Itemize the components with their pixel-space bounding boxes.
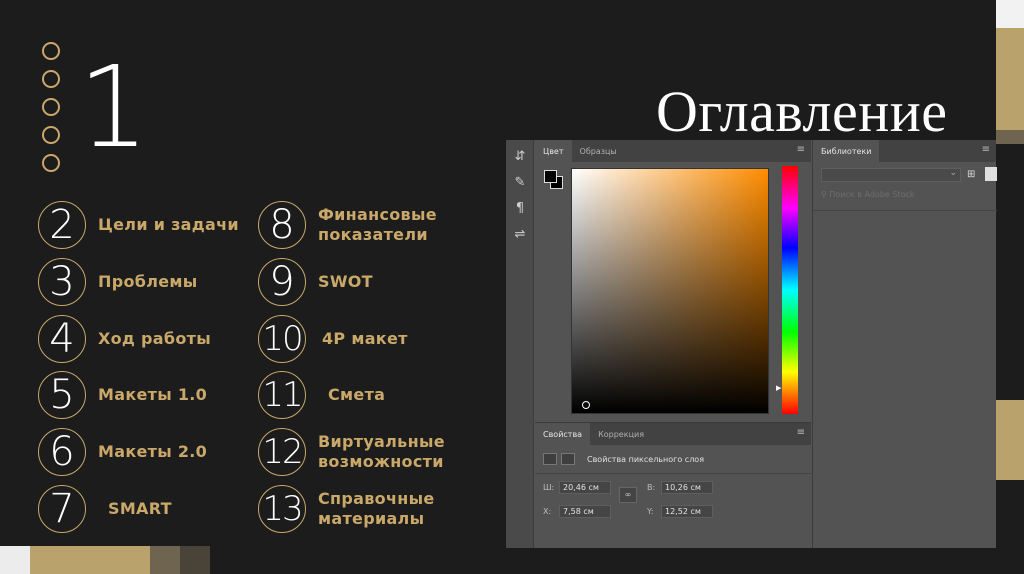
mask-icon[interactable] <box>561 453 575 465</box>
dot <box>42 42 60 60</box>
toc-item-4[interactable]: 4 Ход работы <box>38 315 211 363</box>
toc-item-7[interactable]: 7 SMART <box>38 485 172 533</box>
dot <box>42 98 60 116</box>
toc-label: Смета <box>328 385 386 404</box>
properties-title: Свойства пиксельного слоя <box>587 454 705 464</box>
toc-label: Макеты 1.0 <box>98 385 208 404</box>
libraries-panel-tabs: Библиотеки ≡ <box>813 140 996 162</box>
list-view-icon[interactable] <box>985 167 997 181</box>
gold-bar-right-top <box>996 28 1024 130</box>
color-panel-tabs: Цвет Образцы ≡ <box>535 140 811 162</box>
toc-number: 2 <box>38 201 86 249</box>
toc-number: 7 <box>38 485 86 533</box>
panel-menu-icon[interactable]: ≡ <box>797 145 805 155</box>
toc-number: 5 <box>38 371 86 419</box>
corner-decoration <box>996 0 1024 28</box>
tab-libraries[interactable]: Библиотеки <box>813 140 880 162</box>
sliders-icon[interactable]: ⇌ <box>510 226 530 244</box>
toc-label: Виртуальные возможности <box>318 432 445 471</box>
foreground-color-swatch[interactable] <box>544 170 557 183</box>
tab-color[interactable]: Цвет <box>535 140 572 162</box>
toc-number: 12 <box>258 428 306 476</box>
x-label: X: <box>543 507 552 516</box>
dot <box>42 154 60 172</box>
toc-label: Проблемы <box>98 272 198 291</box>
chevron-down-icon: ⌄ <box>949 168 957 178</box>
tab-swatches[interactable]: Образцы <box>572 140 625 162</box>
dot <box>42 70 60 88</box>
toc-item-8[interactable]: 8 Финансовые показатели <box>258 201 437 249</box>
image-icon <box>543 453 557 465</box>
toc-number: 10 <box>258 315 306 363</box>
gold-bar-bottom-2 <box>150 546 180 574</box>
width-field[interactable]: 20,46 см <box>559 481 611 494</box>
link-icon[interactable]: ∞ <box>619 487 637 503</box>
stock-search-input[interactable]: ⚲ Поиск в Adobe Stock <box>821 190 997 204</box>
toc-number: 8 <box>258 201 306 249</box>
y-label: Y: <box>647 507 654 516</box>
hue-slider-arrow-icon[interactable]: ▶ <box>776 384 781 392</box>
color-spectrum[interactable] <box>571 168 769 414</box>
y-field[interactable]: 12,52 см <box>661 505 713 518</box>
toc-number: 9 <box>258 258 306 306</box>
photoshop-screenshot: ⇵ ✎ ¶ ⇌ Цвет Образцы ≡ ▶ Библиотеки ≡ ⌄ … <box>506 140 997 548</box>
toc-label: Макеты 2.0 <box>98 442 208 461</box>
library-select[interactable]: ⌄ <box>821 168 961 182</box>
adjust-icon[interactable]: ⇵ <box>510 148 530 166</box>
toc-label: Справочные материалы <box>318 489 435 528</box>
slide: 1 Оглавление 2 Цели и задачи 3 Проблемы … <box>0 0 1024 574</box>
height-label: В: <box>647 483 656 492</box>
toc-item-11[interactable]: 11 Смета <box>258 371 385 419</box>
toc-item-9[interactable]: 9 SWOT <box>258 258 373 306</box>
toc-label: 4P макет <box>322 329 408 348</box>
tab-properties[interactable]: Свойства <box>535 423 591 445</box>
paragraph-icon[interactable]: ¶ <box>510 200 530 218</box>
toc-number: 4 <box>38 315 86 363</box>
toc-number: 11 <box>258 371 306 419</box>
tab-adjustments[interactable]: Коррекция <box>590 423 652 445</box>
toc-label: SMART <box>108 499 172 518</box>
gold-bar-right-mid <box>996 130 1024 144</box>
toc-number: 3 <box>38 258 86 306</box>
toc-label: Финансовые показатели <box>318 205 437 244</box>
toc-number: 13 <box>258 485 306 533</box>
gold-bar-bottom-3 <box>180 546 210 574</box>
width-label: Ш: <box>543 483 555 492</box>
toc-item-10[interactable]: 10 4P макет <box>258 315 408 363</box>
panel-menu-icon[interactable]: ≡ <box>797 428 805 438</box>
toc-item-6[interactable]: 6 Макеты 2.0 <box>38 428 207 476</box>
gold-bar-right-bottom <box>996 400 1024 480</box>
grid-view-icon[interactable]: ⊞ <box>967 169 975 180</box>
brush-icon[interactable]: ✎ <box>510 174 530 192</box>
divider <box>535 473 811 474</box>
toc-item-2[interactable]: 2 Цели и задачи <box>38 201 239 249</box>
toc-number: 6 <box>38 428 86 476</box>
toc-item-3[interactable]: 3 Проблемы <box>38 258 198 306</box>
toc-label: Цели и задачи <box>98 215 239 234</box>
gold-bar-bottom <box>30 546 150 574</box>
properties-header: Свойства пиксельного слоя <box>543 453 704 465</box>
color-picker-cursor[interactable] <box>582 401 590 409</box>
toc-item-12[interactable]: 12 Виртуальные возможности <box>258 428 445 476</box>
toc-item-13[interactable]: 13 Справочные материалы <box>258 485 435 533</box>
hue-slider[interactable] <box>782 166 798 414</box>
toc-label: SWOT <box>318 272 373 291</box>
decorative-dots <box>42 42 60 182</box>
divider <box>813 210 997 211</box>
toc-label: Ход работы <box>98 329 211 348</box>
ps-toolbar: ⇵ ✎ ¶ ⇌ <box>506 140 534 548</box>
slide-title: Оглавление <box>656 79 948 144</box>
x-field[interactable]: 7,58 см <box>559 505 611 518</box>
panel-menu-icon[interactable]: ≡ <box>982 145 990 155</box>
corner-decoration-bottom <box>0 546 30 574</box>
properties-panel-tabs: Свойства Коррекция ≡ <box>535 423 811 445</box>
section-number: 1 <box>78 43 150 173</box>
height-field[interactable]: 10,26 см <box>661 481 713 494</box>
libraries-panel: Библиотеки ≡ ⌄ ⊞ ⚲ Поиск в Adobe Stock <box>812 140 997 548</box>
properties-panel: Свойства Коррекция ≡ Свойства пиксельног… <box>535 422 811 548</box>
toc-item-5[interactable]: 5 Макеты 1.0 <box>38 371 207 419</box>
color-panel: Цвет Образцы ≡ ▶ <box>535 140 811 422</box>
dot <box>42 126 60 144</box>
